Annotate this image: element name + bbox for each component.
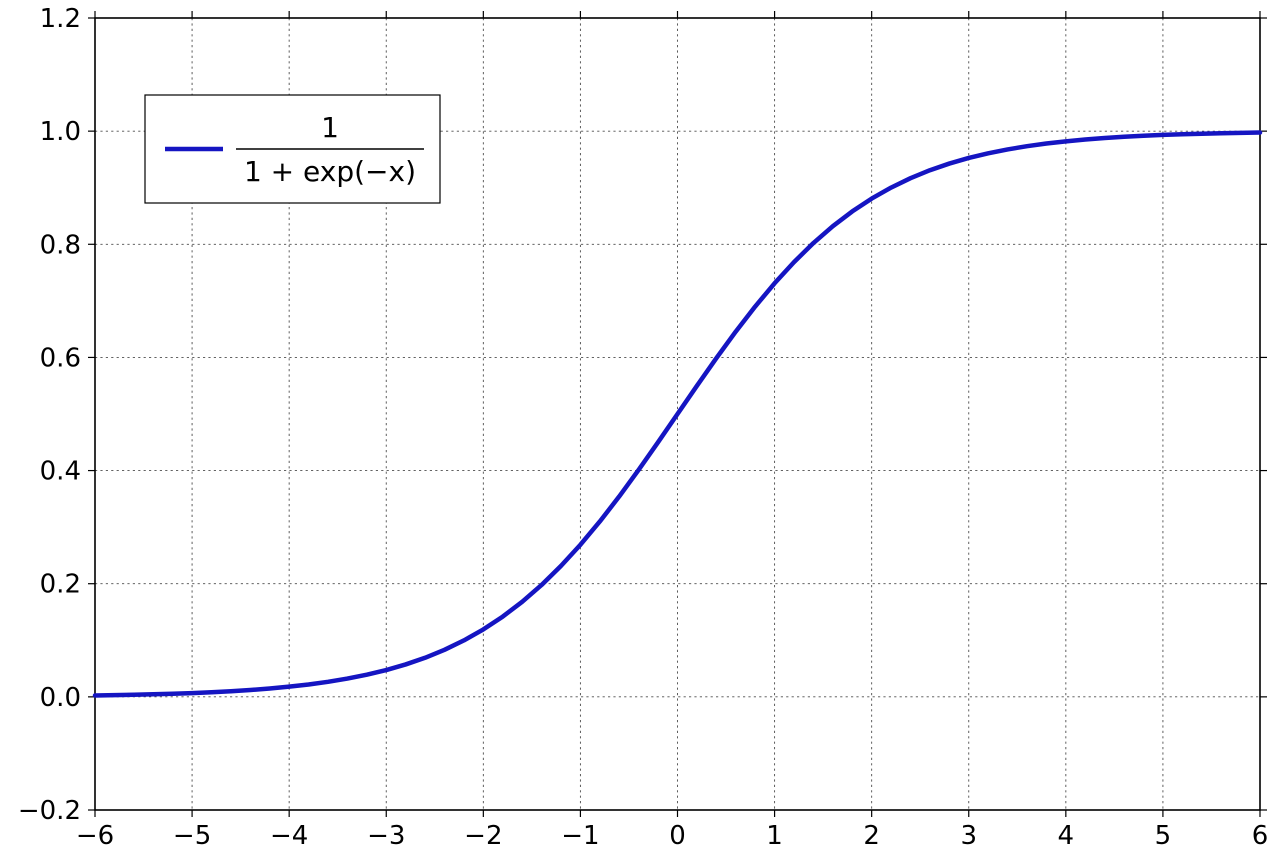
x-axis-tick-labels: −6 −5 −4 −3 −2 −1 0 1 2 3 4 5 6 — [76, 821, 1268, 851]
x-tick-label: 1 — [766, 821, 783, 851]
x-tick-label: −2 — [464, 821, 502, 851]
x-tick-label: −3 — [367, 821, 405, 851]
x-tick-label: 6 — [1252, 821, 1269, 851]
x-tick-label: 3 — [960, 821, 977, 851]
legend-fraction-denominator: 1 + exp(−x) — [244, 155, 416, 188]
y-tick-label: 0.6 — [40, 343, 81, 373]
y-tick-label: −0.2 — [18, 796, 81, 826]
y-tick-label: 1.2 — [40, 4, 81, 34]
x-tick-label: −1 — [561, 821, 599, 851]
chart-svg: −6 −5 −4 −3 −2 −1 0 1 2 3 4 5 6 −0.2 0.0… — [0, 0, 1280, 853]
y-tick-label: 0.0 — [40, 683, 81, 713]
legend-fraction-numerator: 1 — [321, 111, 339, 144]
x-tick-label: 0 — [669, 821, 686, 851]
y-tick-label: 0.4 — [40, 457, 81, 487]
x-tick-label: 4 — [1058, 821, 1075, 851]
y-tick-label: 0.2 — [40, 570, 81, 600]
y-tick-label: 1.0 — [40, 117, 81, 147]
chart-container: −6 −5 −4 −3 −2 −1 0 1 2 3 4 5 6 −0.2 0.0… — [0, 0, 1280, 853]
x-tick-label: 2 — [863, 821, 880, 851]
x-tick-label: −4 — [270, 821, 308, 851]
x-tick-label: 5 — [1155, 821, 1172, 851]
y-tick-label: 0.8 — [40, 230, 81, 260]
x-tick-label: −5 — [173, 821, 211, 851]
legend: 1 1 + exp(−x) — [145, 95, 440, 203]
x-tick-label: −6 — [76, 821, 114, 851]
y-axis-tick-labels: −0.2 0.0 0.2 0.4 0.6 0.8 1.0 1.2 — [18, 4, 81, 826]
